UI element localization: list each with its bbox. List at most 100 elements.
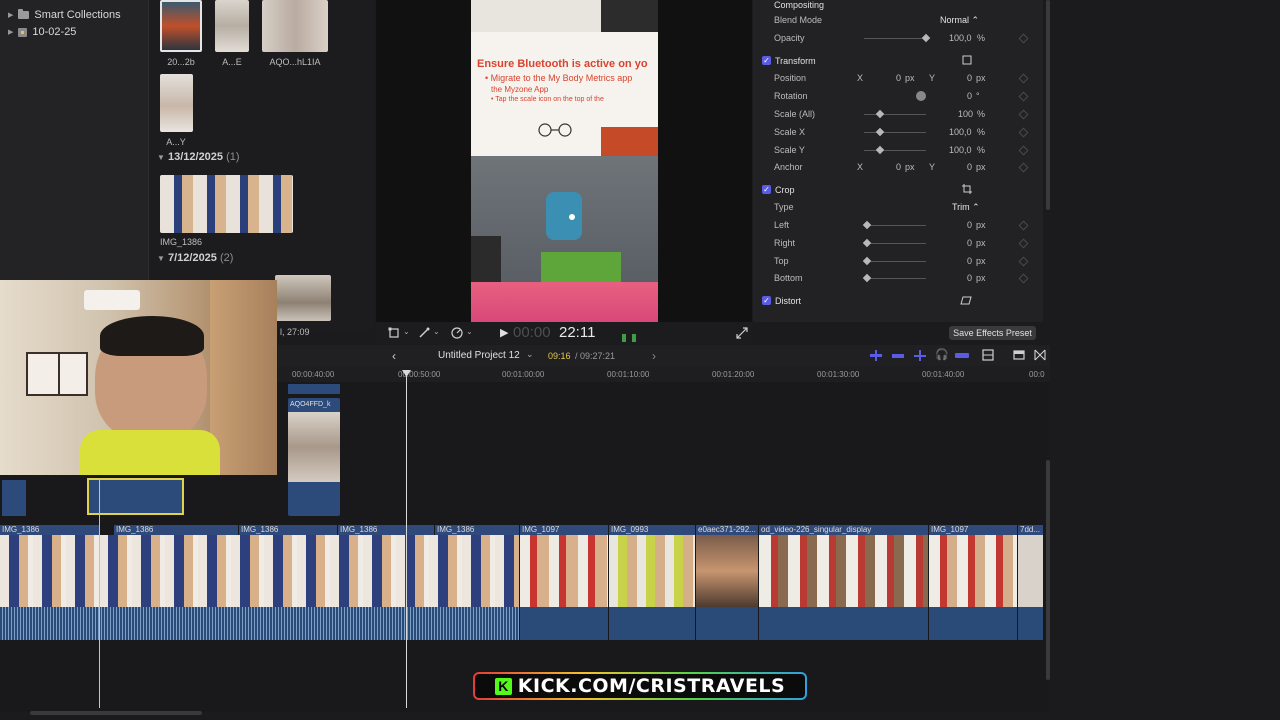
audio-waveform[interactable] [0,607,519,640]
crop-left-slider[interactable] [862,220,926,230]
sidebar-item-event[interactable]: ▶ 10-02-25 [8,26,76,38]
clip-filmstrip[interactable] [759,535,928,607]
slider-knob[interactable] [862,256,872,266]
crop-left-value[interactable]: 0 [967,220,972,230]
slider-knob[interactable] [875,145,885,155]
audio-waveform[interactable] [520,607,608,640]
clip-filmstrip[interactable] [929,535,1017,607]
crop-bottom-value[interactable]: 0 [967,273,972,283]
clip-filmstrip[interactable] [696,535,758,607]
disclosure-triangle-icon[interactable]: ▼ [157,153,165,162]
playhead[interactable] [406,372,407,708]
inspector-scrollbar[interactable] [1046,0,1050,210]
insert-clip-icon[interactable] [914,350,926,361]
connect-clip-icon[interactable] [892,350,904,361]
connected-clip[interactable] [2,480,26,516]
anchor-x-value[interactable]: 0 [896,162,901,172]
audio-waveform[interactable] [929,607,1017,640]
clip-filmstrip[interactable] [160,175,293,233]
timeline-scrollbar[interactable] [30,711,202,715]
timeline-vertical-scrollbar[interactable] [1046,460,1050,680]
fullscreen-icon[interactable] [736,327,748,339]
clip-thumbnail[interactable] [215,0,249,52]
crop-top-value[interactable]: 0 [967,256,972,266]
slider-knob[interactable] [862,273,872,283]
chevron-down-icon[interactable]: ⌄ [433,327,440,336]
disclosure-triangle-icon[interactable]: ▼ [157,254,165,263]
scale-x-value[interactable]: 100,0 [949,127,972,137]
date-group-header[interactable]: ▼ 7/12/2025 (2) [157,252,233,264]
clip-view-icon[interactable] [1013,349,1025,361]
headphones-icon[interactable]: 🎧 [935,348,949,361]
sidebar-item-smart-collections[interactable]: ▶ Smart Collections [8,9,121,21]
clip-thumbnail[interactable] [160,74,193,132]
disclosure-triangle-icon[interactable]: ▶ [8,28,13,36]
back-arrow-icon[interactable]: ‹ [392,349,396,363]
date-group-header[interactable]: ▼ 13/12/2025 (1) [157,151,240,163]
keyframe-icon[interactable] [1018,33,1029,44]
crop-onscreen-icon[interactable] [962,184,972,194]
keyframe-icon[interactable] [1018,73,1029,84]
scale-all-slider[interactable] [864,109,926,119]
magic-wand-icon[interactable] [418,327,430,339]
clip-thumbnail[interactable] [160,0,202,52]
clip-filmstrip[interactable] [0,535,519,607]
speed-gauge-icon[interactable] [451,327,463,339]
distort-checkbox[interactable]: ✓ [762,296,771,305]
rotation-value[interactable]: 0 [967,91,972,101]
forward-arrow-icon[interactable]: › [652,349,656,363]
audio-waveform[interactable] [609,607,695,640]
crop-right-slider[interactable] [862,238,926,248]
chevron-down-icon[interactable]: ⌄ [466,327,473,336]
connected-clip[interactable]: AQO4FFD_k [288,398,340,516]
opacity-value[interactable]: 100,0 [949,33,972,43]
clip-filmstrip[interactable] [520,535,608,607]
keyframe-icon[interactable] [1018,256,1029,267]
scale-y-value[interactable]: 100,0 [949,145,972,155]
transform-checkbox[interactable]: ✓ [762,56,771,65]
audio-waveform[interactable] [759,607,928,640]
opacity-slider[interactable] [864,33,931,43]
crop-top-slider[interactable] [862,256,926,266]
solo-icon[interactable] [955,350,969,361]
crop-type-select[interactable]: Trim ⌃ [952,202,980,213]
chevron-down-icon[interactable]: ⌄ [403,327,410,336]
scale-x-slider[interactable] [864,127,926,137]
selected-connected-clip[interactable] [87,478,184,515]
keyframe-icon[interactable] [1018,109,1029,120]
distort-onscreen-icon[interactable] [960,296,972,305]
clip-filmstrip[interactable] [609,535,695,607]
clip-appearance-icon[interactable] [870,350,882,361]
keyframe-icon[interactable] [1018,238,1029,249]
slider-knob[interactable] [875,127,885,137]
crop-bottom-slider[interactable] [862,273,926,283]
position-y-value[interactable]: 0 [967,73,972,83]
clip-filmstrip[interactable] [1018,535,1043,607]
keyframe-icon[interactable] [1018,162,1029,173]
scale-all-value[interactable]: 100 [958,109,973,119]
slider-knob[interactable] [862,220,872,230]
keyframe-icon[interactable] [1018,127,1029,138]
keyframe-icon[interactable] [1018,145,1029,156]
clip-thumbnail[interactable] [262,0,328,52]
rotation-dial[interactable] [916,91,926,101]
slider-knob[interactable] [921,33,931,43]
scale-y-slider[interactable] [864,145,926,155]
crop-right-value[interactable]: 0 [967,238,972,248]
transform-tool-icon[interactable] [388,327,400,339]
blend-mode-select[interactable]: Normal ⌃ [940,15,979,26]
slider-knob[interactable] [875,109,885,119]
anchor-y-value[interactable]: 0 [967,162,972,172]
keyframe-icon[interactable] [1018,273,1029,284]
timeline-ruler[interactable]: 00:00:40:00 00:00:50:00 00:01:00:00 00:0… [278,366,1050,383]
project-name[interactable]: Untitled Project 12 [438,350,520,361]
connected-clip-bar[interactable] [288,384,340,394]
audio-waveform[interactable] [696,607,758,640]
clip-thumbnail[interactable] [275,275,331,321]
split-view-icon[interactable] [1034,349,1046,361]
keyframe-icon[interactable] [1018,220,1029,231]
index-icon[interactable] [982,349,994,361]
transform-onscreen-icon[interactable] [962,55,972,65]
disclosure-triangle-icon[interactable]: ▶ [8,11,13,19]
keyframe-icon[interactable] [1018,91,1029,102]
